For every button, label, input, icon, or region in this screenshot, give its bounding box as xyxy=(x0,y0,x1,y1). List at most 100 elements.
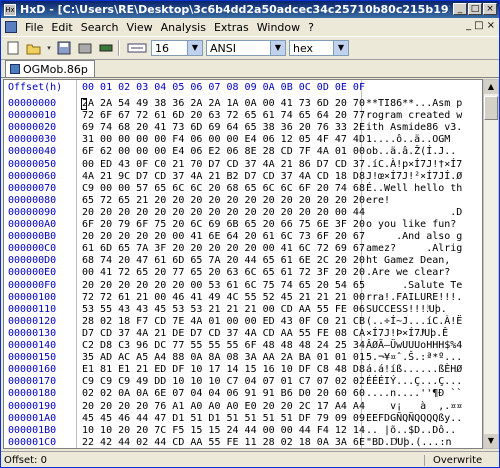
charset-select[interactable]: ANSI ▼ xyxy=(206,40,286,56)
menu-search[interactable]: Search xyxy=(77,21,123,34)
row-hex-bytes[interactable]: 4A 21 9C D7 CD 37 4A 21 B2 D7 CD 37 4A C… xyxy=(82,171,365,182)
hex-row[interactable]: 000000B0 20 20 20 20 20 00 41 6E 64 20 61… xyxy=(4,231,482,244)
hex-row[interactable]: 000000C0 61 6D 65 7A 3F 20 20 20 20 20 00… xyxy=(4,243,482,256)
open-ram-icon[interactable] xyxy=(97,40,115,56)
row-text[interactable]: J!œ×Í7J!²×Í7JÍ.Ø xyxy=(366,171,462,182)
menu-file[interactable]: File xyxy=(21,21,47,34)
row-text[interactable]: 5.¬¥¤ˆ.Š.:ª*º... xyxy=(366,352,462,363)
hex-row[interactable]: 00000080 65 72 65 21 20 20 20 20 20 20 20… xyxy=(4,195,482,208)
offset-base-select[interactable]: hex ▼ xyxy=(289,40,349,56)
row-hex-bytes[interactable]: 20 20 20 20 20 20 00 53 61 6C 75 74 65 2… xyxy=(82,280,365,291)
row-hex-bytes[interactable]: 69 74 68 20 41 73 6D 69 64 65 38 36 20 7… xyxy=(82,122,365,133)
row-hex-bytes[interactable]: 72 72 61 21 00 46 41 49 4C 55 52 45 21 2… xyxy=(82,292,365,303)
row-hex-bytes[interactable]: 20 20 20 20 20 20 20 20 20 20 20 20 20 2… xyxy=(82,207,365,218)
menu-extras[interactable]: Extras xyxy=(210,21,253,34)
row-hex-bytes[interactable]: 02 02 0A 0A 6E 07 04 04 06 91 91 B6 D0 2… xyxy=(82,388,365,399)
hex-row[interactable]: 000000A0 6F 20 79 6F 75 20 6C 69 6B 65 20… xyxy=(4,219,482,232)
row-text[interactable]: .. |õ..$D..Dô.. xyxy=(366,425,456,436)
new-file-icon[interactable] xyxy=(4,40,22,56)
row-text[interactable]: É..Well hello th xyxy=(366,183,462,194)
row-text[interactable]: ith Asmide86 v3. xyxy=(366,122,462,133)
save-icon[interactable] xyxy=(55,40,73,56)
row-text[interactable]: ere! xyxy=(366,195,462,206)
hex-row[interactable]: 000000F0 20 20 20 20 20 20 00 53 61 6C 75… xyxy=(4,280,482,293)
doc-close-button[interactable]: × xyxy=(487,20,495,31)
row-hex-bytes[interactable]: 31 00 00 00 00 F4 06 00 00 E4 06 12 05 4… xyxy=(82,134,365,145)
chevron-down-icon[interactable]: ▼ xyxy=(187,41,202,55)
menu-view[interactable]: View xyxy=(123,21,157,34)
hex-row[interactable]: 00000040 6F 62 00 00 00 E4 06 E2 06 8E 28… xyxy=(4,146,482,159)
chevron-down-icon[interactable]: ▼ xyxy=(333,41,348,55)
row-text[interactable]: rra!.FAILURE!!!. xyxy=(366,292,462,303)
row-hex-bytes[interactable]: 6F 20 79 6F 75 20 6C 69 6B 65 20 66 75 6… xyxy=(82,219,365,230)
row-hex-bytes[interactable]: 2A 2A 54 49 38 36 2A 2A 1A 0A 00 41 73 6… xyxy=(82,98,365,109)
hex-row[interactable]: 00000000 2A 2A 54 49 38 36 2A 2A 1A 0A 00… xyxy=(4,98,482,111)
hex-row[interactable]: 00000120 28 02 18 F7 CD 7E 4A 01 00 00 ED… xyxy=(4,316,482,329)
menu-analysis[interactable]: Analysis xyxy=(157,21,210,34)
scroll-up-icon[interactable]: ▲ xyxy=(484,80,498,94)
row-hex-bytes[interactable]: 20 20 20 20 20 00 41 6E 64 20 61 6C 73 6… xyxy=(82,231,365,242)
chevron-down-icon[interactable]: ▼ xyxy=(270,41,285,55)
row-text[interactable]: **TI86**...Asm p xyxy=(366,98,462,109)
hex-row[interactable]: 00000050 00 ED 43 0F C0 21 70 D7 CD 37 4A… xyxy=(4,159,482,172)
row-text[interactable]: "BD.DͪUþ.(...:n xyxy=(366,437,452,448)
row-text[interactable]: .íC.À!p×Í7J!†×Í7 xyxy=(366,159,462,170)
row-hex-bytes[interactable]: 35 AD AC A5 A4 88 0A 8A 08 3A AA 2A BA 0… xyxy=(82,352,365,363)
hex-row[interactable]: 00000010 72 6F 67 72 61 6D 20 63 72 65 61… xyxy=(4,110,482,123)
row-text[interactable]: ÂØÃ–ÜwUUUoHHH$%4 xyxy=(366,340,462,351)
row-hex-bytes[interactable]: 68 74 20 47 61 6D 65 7A 20 44 65 61 6E 2… xyxy=(82,255,365,266)
hex-row[interactable]: 00000070 C9 00 00 57 65 6C 6C 20 68 65 6C… xyxy=(4,183,482,196)
scroll-thumb[interactable] xyxy=(484,96,498,120)
row-text[interactable]: 1....ô..ä..OGM xyxy=(366,134,450,145)
row-text[interactable]: ht Gamez Dean, xyxy=(366,255,462,266)
doc-restore-button[interactable]: □ xyxy=(474,20,483,31)
row-hex-bytes[interactable]: 20 20 20 20 76 A1 A0 A0 A0 E0 20 20 2C 1… xyxy=(82,401,365,412)
row-text[interactable]: EEFDGÑQÑQQQQßy.. xyxy=(366,413,462,424)
close-button[interactable]: × xyxy=(483,3,497,15)
row-hex-bytes[interactable]: 65 72 65 21 20 20 20 20 20 20 20 20 20 2… xyxy=(82,195,365,206)
row-text[interactable]: ob..ä.â.Ž(Í.J.. xyxy=(366,146,456,157)
hex-row[interactable]: 00000130 D7 CD 37 4A 21 DE D7 CD 37 4A CD… xyxy=(4,328,482,341)
menu-help[interactable]: ? xyxy=(304,21,318,34)
row-text[interactable]: v¡ à ,.¤¤ xyxy=(366,401,462,412)
row-text[interactable]: .Salute Te xyxy=(366,280,462,291)
row-hex-bytes[interactable]: 45 45 46 44 47 D1 51 D1 51 51 51 51 DF 7… xyxy=(82,413,365,424)
hex-row[interactable]: 000001C0 22 42 44 02 44 CD AA 55 FE 11 28… xyxy=(4,437,482,448)
row-hex-bytes[interactable]: C2 D8 C3 96 DC 77 55 55 55 6F 48 48 48 2… xyxy=(82,340,365,351)
vertical-scrollbar[interactable]: ▲ ▼ xyxy=(483,79,499,449)
hex-row[interactable]: 00000090 20 20 20 20 20 20 20 20 20 20 20… xyxy=(4,207,482,220)
hex-row[interactable]: 00000060 4A 21 9C D7 CD 37 4A 21 B2 D7 CD… xyxy=(4,171,482,184)
row-text[interactable]: o you like fun? xyxy=(366,219,462,230)
row-hex-bytes[interactable]: 28 02 18 F7 CD 7E 4A 01 00 00 ED 43 0F C… xyxy=(82,316,365,327)
tab-file[interactable]: OGMob.86p xyxy=(5,60,95,77)
row-text[interactable]: ÉÉÉIÝ...Ç...Ç... xyxy=(366,376,462,387)
status-mode[interactable]: Overwrite xyxy=(425,455,482,466)
hex-editor[interactable]: Offset(h) 00 01 02 03 04 05 06 07 08 09 … xyxy=(3,79,483,449)
row-text[interactable]: (..÷Í~J...íC.À!Ë xyxy=(366,316,462,327)
menu-edit[interactable]: Edit xyxy=(47,21,76,34)
row-text[interactable]: ×Í7J!Þ×Í7JͪUþ.Ê xyxy=(366,328,448,339)
hex-row[interactable]: 00000110 53 55 43 43 45 53 53 21 21 21 00… xyxy=(4,304,482,317)
scroll-down-icon[interactable]: ▼ xyxy=(484,434,498,448)
row-text[interactable]: .D xyxy=(366,207,462,218)
row-text[interactable]: amez? .Alrig xyxy=(366,243,462,254)
bytes-per-row-select[interactable]: 16 ▼ xyxy=(151,40,203,56)
row-hex-bytes[interactable]: E1 81 E1 21 ED DF 10 17 14 15 16 10 DF C… xyxy=(82,364,365,375)
document-icon[interactable] xyxy=(5,21,17,33)
hex-row[interactable]: 00000190 20 20 20 20 76 A1 A0 A0 A0 E0 20… xyxy=(4,401,482,414)
menu-window[interactable]: Window xyxy=(253,21,304,34)
open-disk-icon[interactable] xyxy=(76,40,94,56)
minimize-button[interactable]: _ xyxy=(453,3,467,15)
hex-row[interactable]: 000001A0 45 45 46 44 47 D1 51 D1 51 51 51… xyxy=(4,413,482,426)
hex-row[interactable]: 000001B0 10 10 20 20 7C F5 15 15 24 44 00… xyxy=(4,425,482,438)
row-text[interactable]: SUCCESS!!!.ͪUþ. xyxy=(366,304,447,315)
maximize-button[interactable]: □ xyxy=(468,3,482,15)
row-hex-bytes[interactable]: 00 41 72 65 20 77 65 20 63 6C 65 61 72 3… xyxy=(82,267,365,278)
hex-row[interactable]: 00000100 72 72 61 21 00 46 41 49 4C 55 52… xyxy=(4,292,482,305)
dropdown-arrow-icon[interactable]: ▾ xyxy=(46,40,52,56)
row-text[interactable]: .Are we clear? xyxy=(366,267,462,278)
row-hex-bytes[interactable]: 00 ED 43 0F C0 21 70 D7 CD 37 4A 21 86 D… xyxy=(82,159,365,170)
row-hex-bytes[interactable]: 6F 62 00 00 00 E4 06 E2 06 8E 28 CD 7F 4… xyxy=(82,146,365,157)
row-text[interactable]: á.á!íß......ßÈHØ xyxy=(366,364,462,375)
row-hex-bytes[interactable]: D7 CD 37 4A 21 DE D7 CD 37 4A CD AA 55 F… xyxy=(82,328,365,339)
